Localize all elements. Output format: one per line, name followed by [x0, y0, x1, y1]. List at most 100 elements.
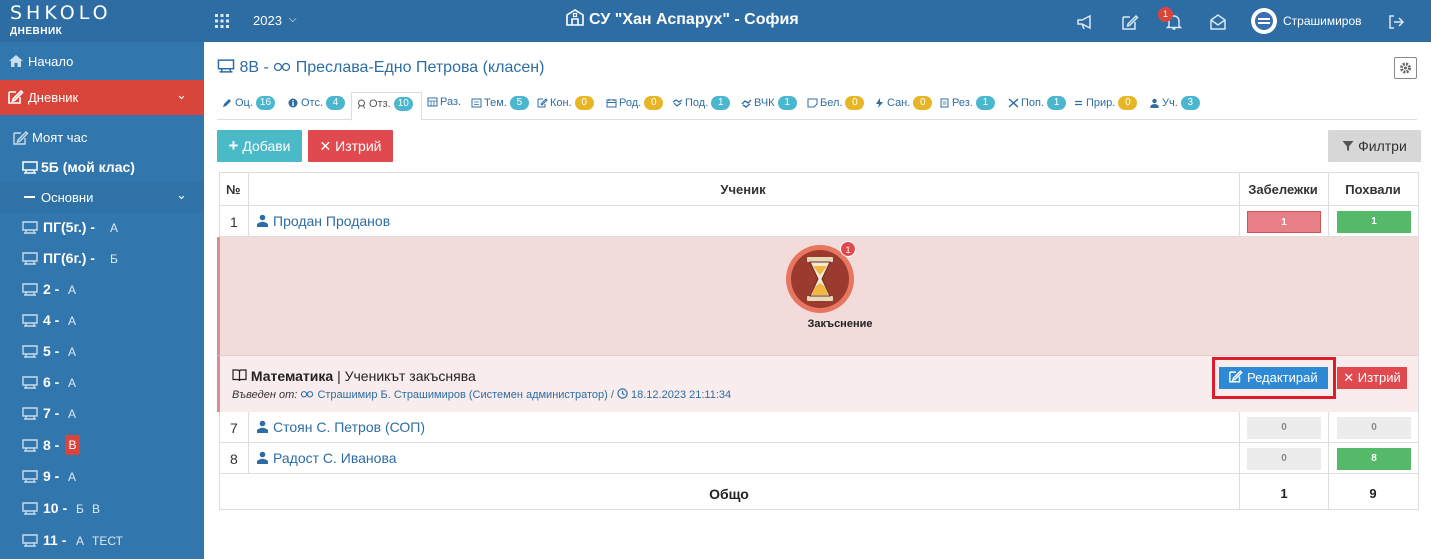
megaphone-icon[interactable] [1076, 13, 1094, 31]
table-row[interactable]: 8 Радост С. Иванова 0 8 [220, 443, 1418, 474]
tab-students[interactable]: Уч. 3 [1149, 96, 1200, 120]
tab-count: 10 [393, 97, 413, 111]
class-section[interactable]: А [76, 534, 84, 548]
tab-label: Кон. [550, 96, 572, 109]
class-icon [217, 59, 235, 73]
class-section[interactable]: ТЕСТ [92, 534, 123, 548]
tab-count: 3 [1180, 96, 1200, 110]
sidebar-item-class-5[interactable]: 5 - А [0, 336, 204, 367]
remarks-count[interactable]: 0 [1247, 417, 1321, 439]
remarks-count[interactable]: 1 [1247, 211, 1321, 233]
class-section[interactable]: Б [110, 252, 118, 266]
sidebar-item-class-11[interactable]: 11 - А ТЕСТ [0, 525, 204, 556]
class-section[interactable]: В [92, 502, 100, 516]
add-button[interactable]: + Добави [217, 130, 302, 162]
tab-count: 1 [777, 96, 797, 110]
sidebar-item-class-2[interactable]: 2 - А [0, 274, 204, 305]
edit-icon[interactable] [1121, 13, 1139, 31]
chevron-down-icon: ⌄ [176, 87, 187, 102]
table-row[interactable]: 1 Продан Проданов 1 1 [220, 206, 1418, 237]
tab-vchk[interactable]: ВЧК 1 [741, 96, 797, 120]
student-icon [257, 451, 268, 464]
tab-grades[interactable]: Оц. 16 [222, 96, 276, 120]
praises-count[interactable]: 8 [1337, 448, 1411, 470]
entered-by-name[interactable]: Страшимир Б. Страшимиров (Системен админ… [317, 389, 613, 401]
class-section[interactable]: А [68, 376, 76, 390]
tab-label: Под. [685, 96, 709, 109]
divider [1328, 443, 1329, 474]
year-selector[interactable]: 2023 [253, 13, 282, 28]
class-section[interactable]: А [110, 221, 118, 235]
sidebar-item-class-7[interactable]: 7 - А [0, 398, 204, 429]
sidebar-item-diary[interactable]: Дневник ⌄ [0, 80, 204, 115]
tab-label: Рез. [952, 96, 973, 109]
logout-icon[interactable] [1387, 13, 1405, 31]
student-link[interactable]: Радост С. Иванова [256, 450, 397, 466]
class-section[interactable]: Б [76, 502, 84, 516]
tools-icon [1008, 98, 1019, 108]
avatar[interactable] [1251, 8, 1277, 34]
total-remarks: 1 [1280, 486, 1288, 501]
row-number: 8 [230, 451, 238, 467]
class-section[interactable]: А [68, 283, 76, 297]
tab-sanctions[interactable]: Сан. 0 [874, 96, 933, 120]
class-section-active[interactable]: В [65, 435, 80, 455]
notification-badge: 1 [1158, 7, 1173, 22]
class-icon [22, 439, 38, 452]
chevron-down-icon: ⌄ [176, 187, 187, 202]
praises-count[interactable]: 1 [1337, 211, 1411, 233]
remarks-count[interactable]: 0 [1247, 448, 1321, 470]
class-section[interactable]: А [68, 314, 76, 328]
feedback-table: № Ученик Забележки Похвали 1 Продан Прод… [217, 172, 1419, 510]
tab-tests[interactable]: Кон. 0 [537, 96, 594, 120]
tab-results[interactable]: Рез. 1 [939, 96, 995, 120]
class-section[interactable]: А [68, 407, 76, 421]
class-section[interactable]: А [68, 345, 76, 359]
sidebar-item-class-10[interactable]: 10 - Б В [0, 493, 204, 524]
student-name: Продан Проданов [273, 213, 391, 229]
sidebar-item-class-4[interactable]: 4 - А [0, 305, 204, 336]
minus-icon [24, 196, 35, 198]
delete-feedback-button[interactable]: ✕ Изтрий [1337, 367, 1407, 389]
praises-count[interactable]: 0 [1337, 417, 1411, 439]
total-praises: 9 [1369, 486, 1377, 501]
tab-notes[interactable]: Бел. 0 [807, 96, 865, 120]
tab-additions[interactable]: Прир. 0 [1073, 96, 1138, 120]
sidebar-item-my-class[interactable]: 5Б (мой клас) [0, 152, 204, 183]
class-section[interactable]: А [68, 470, 76, 484]
filter-button[interactable]: Филтри [1328, 130, 1421, 162]
sidebar-item-my-hour[interactable]: Моят час [0, 122, 204, 153]
sidebar-item-class-pg5[interactable]: ПГ(5г.) - А [0, 212, 204, 243]
tab-count: 0 [644, 96, 664, 110]
sidebar-item-class-pg6[interactable]: ПГ(6г.) - Б [0, 243, 204, 274]
tab-parents[interactable]: Род. 0 [606, 96, 664, 120]
class-icon [22, 502, 38, 515]
highlight-frame [1212, 357, 1336, 399]
table-row[interactable]: 7 Стоян С. Петров (СОП) 0 0 [220, 412, 1418, 443]
class-name: 5 - [43, 343, 60, 359]
sidebar-item-home[interactable]: Начало [0, 46, 204, 77]
tab-repairs[interactable]: Поп. 1 [1008, 96, 1067, 120]
student-link[interactable]: Стоян С. Петров (СОП) [256, 419, 425, 435]
tab-schedule[interactable]: Раз. [427, 96, 461, 120]
filter-label: Филтри [1358, 138, 1407, 154]
sidebar-item-class-6[interactable]: 6 - А [0, 367, 204, 398]
settings-button[interactable] [1394, 57, 1417, 79]
tab-absences[interactable]: Отс. 4 [288, 96, 346, 120]
tab-topics[interactable]: Тем. 5 [471, 96, 529, 120]
chevron-down-icon[interactable]: ⌵ [289, 14, 297, 25]
sidebar-item-class-8[interactable]: 8 - В [0, 430, 204, 461]
entered-prefix: Въведен от: [232, 389, 298, 401]
delete-button[interactable]: ✕ Изтрий [308, 130, 393, 162]
sidebar-group-main[interactable]: Основни ⌄ [0, 182, 204, 213]
pencil-icon [223, 99, 231, 107]
sidebar-item-class-9[interactable]: 9 - А [0, 461, 204, 492]
filter-icon [1342, 141, 1354, 151]
user-name[interactable]: Страшимиров [1283, 14, 1362, 28]
tab-feedback[interactable]: Отз. 10 [351, 92, 422, 121]
envelope-open-icon[interactable] [1209, 13, 1227, 31]
student-link[interactable]: Продан Проданов [256, 213, 390, 229]
shkolo-logo[interactable]: SHKOLO ДНЕВНИК [10, 4, 170, 38]
apps-grid-icon[interactable] [214, 13, 230, 29]
tab-support[interactable]: Под. 1 [672, 96, 731, 120]
